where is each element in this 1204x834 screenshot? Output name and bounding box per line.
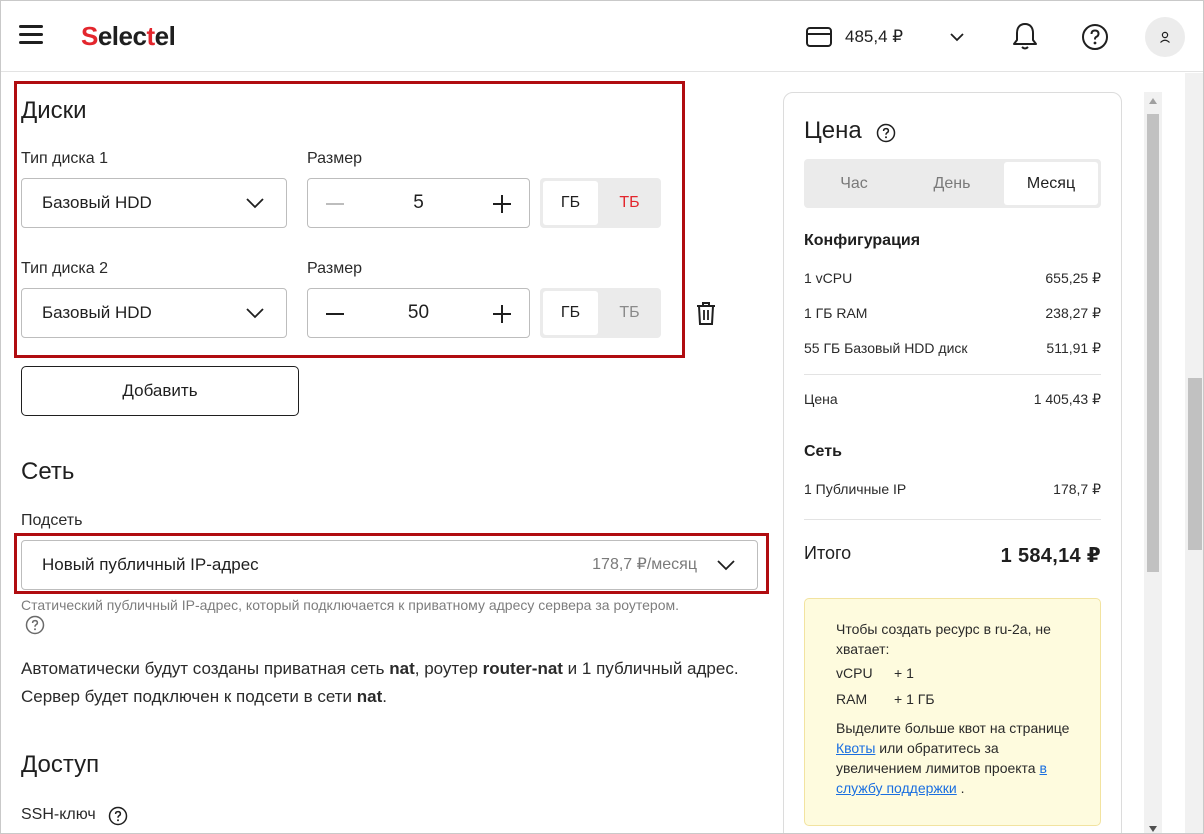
trash-icon[interactable] (695, 301, 717, 327)
disk-2-unit-gb[interactable]: ГБ (543, 291, 598, 335)
disk-2-type-value: Базовый HDD (42, 303, 152, 322)
warning-instructions: Выделите больше квот на странице Квоты и… (836, 720, 1070, 796)
help-icon[interactable] (25, 615, 45, 635)
chevron-down-icon (246, 308, 264, 319)
bell-icon[interactable] (1011, 21, 1039, 51)
scrollbar-thumb[interactable] (1188, 378, 1202, 550)
disks-title: Диски (21, 97, 87, 124)
disk-1-unit-tb[interactable]: ТБ (602, 181, 657, 225)
app-window: Selectel 485,4 ₽ Диски Тип диска 1 Разме… (0, 0, 1204, 834)
page-scrollbar[interactable] (1185, 73, 1203, 833)
minus-icon[interactable] (324, 303, 346, 325)
config-row: 55 ГБ Базовый HDD диск 511,91 ₽ (804, 340, 1101, 356)
subnet-label: Подсеть (21, 512, 83, 529)
disk-1-size-input[interactable]: 5 (348, 179, 489, 227)
quotas-link[interactable]: Квоты (836, 740, 875, 756)
network-title: Сеть (21, 458, 75, 485)
balance-widget[interactable]: 485,4 ₽ (805, 23, 903, 51)
config-row: 1 ГБ RAM 238,27 ₽ (804, 305, 1101, 321)
chevron-down-icon[interactable] (947, 27, 967, 47)
subnet-value: Новый публичный IP-адрес (42, 555, 259, 574)
ssh-key-label: SSH-ключ (21, 806, 96, 823)
disk-2-unit-toggle: ГБ ТБ (540, 288, 661, 338)
net-section-title: Сеть (804, 443, 842, 460)
chevron-down-icon (717, 560, 735, 571)
disk-2-size-label: Размер (307, 260, 362, 277)
config-section-title: Конфигурация (804, 232, 921, 249)
subnet-hint: Статический публичный IP-адрес, который … (21, 597, 679, 613)
scroll-up-icon[interactable] (1149, 98, 1157, 104)
disk-2-unit-tb[interactable]: ТБ (602, 291, 657, 335)
price-title: Цена (804, 117, 862, 144)
net-row: 1 Публичные IP 178,7 ₽ (804, 481, 1101, 497)
quota-row-vcpu: vCPU + 1 (836, 665, 914, 681)
config-row: 1 vCPU 655,25 ₽ (804, 270, 1101, 286)
quota-warning: Чтобы создать ресурс в ru-2a, не хватает… (804, 598, 1101, 826)
access-title: Доступ (21, 751, 100, 778)
scrollbar-thumb[interactable] (1147, 114, 1159, 572)
disk-2-type-label: Тип диска 2 (21, 260, 108, 277)
disk-1-type-label: Тип диска 1 (21, 150, 108, 167)
period-tabs: Час День Месяц (804, 159, 1101, 208)
user-avatar[interactable] (1145, 17, 1185, 57)
selectel-logo[interactable]: Selectel (81, 21, 176, 52)
price-panel: Цена Час День Месяц Конфигурация 1 vCPU 6… (783, 92, 1122, 833)
network-info-text: Автоматически будут созданы приватная се… (21, 659, 739, 706)
help-icon[interactable] (876, 123, 896, 143)
total-row: Итого 1 584,14 ₽ (804, 543, 1101, 567)
plus-icon[interactable] (491, 193, 513, 215)
balance-amount: 485,4 ₽ (845, 27, 904, 46)
add-disk-button[interactable]: Добавить (21, 366, 299, 416)
subtotal-row: Цена 1 405,43 ₽ (804, 391, 1101, 407)
disk-2-type-select[interactable]: Базовый HDD (21, 288, 287, 338)
top-header: Selectel 485,4 ₽ (1, 1, 1203, 72)
disk-2-size-input[interactable]: 50 (348, 289, 489, 337)
main-form: Диски Тип диска 1 Размер Базовый HDD 5 Г… (1, 73, 771, 833)
plus-icon[interactable] (491, 303, 513, 325)
quota-row-ram: RAM + 1 ГБ (836, 691, 935, 707)
subnet-price: 178,7 ₽/месяц (592, 556, 697, 573)
divider (804, 519, 1101, 520)
warning-text: Чтобы создать ресурс в ru-2a, не хватает… (836, 621, 1051, 657)
subnet-select[interactable]: Новый публичный IP-адрес 178,7 ₽/месяц (21, 540, 758, 590)
user-icon (1160, 31, 1170, 43)
chevron-down-icon (246, 198, 264, 209)
tab-hour[interactable]: Час (807, 162, 901, 205)
disk-1-unit-toggle: ГБ ТБ (540, 178, 661, 228)
disk-1-type-select[interactable]: Базовый HDD (21, 178, 287, 228)
disk-1-unit-gb[interactable]: ГБ (543, 181, 598, 225)
help-icon[interactable] (108, 806, 128, 826)
minus-icon[interactable] (324, 193, 346, 215)
disk-2-size-stepper: 50 (307, 288, 530, 338)
tab-month[interactable]: Месяц (1004, 162, 1098, 205)
disk-1-type-value: Базовый HDD (42, 193, 152, 212)
disk-1-size-label: Размер (307, 150, 362, 167)
divider (804, 374, 1101, 375)
card-icon (806, 27, 832, 47)
panel-scrollbar[interactable] (1144, 92, 1162, 833)
scroll-down-icon[interactable] (1149, 826, 1157, 832)
help-icon[interactable] (1081, 23, 1109, 51)
total-value: 1 584,14 ₽ (1000, 545, 1101, 567)
tab-day[interactable]: День (904, 162, 1000, 205)
disk-1-size-stepper: 5 (307, 178, 530, 228)
menu-icon[interactable] (19, 25, 43, 45)
